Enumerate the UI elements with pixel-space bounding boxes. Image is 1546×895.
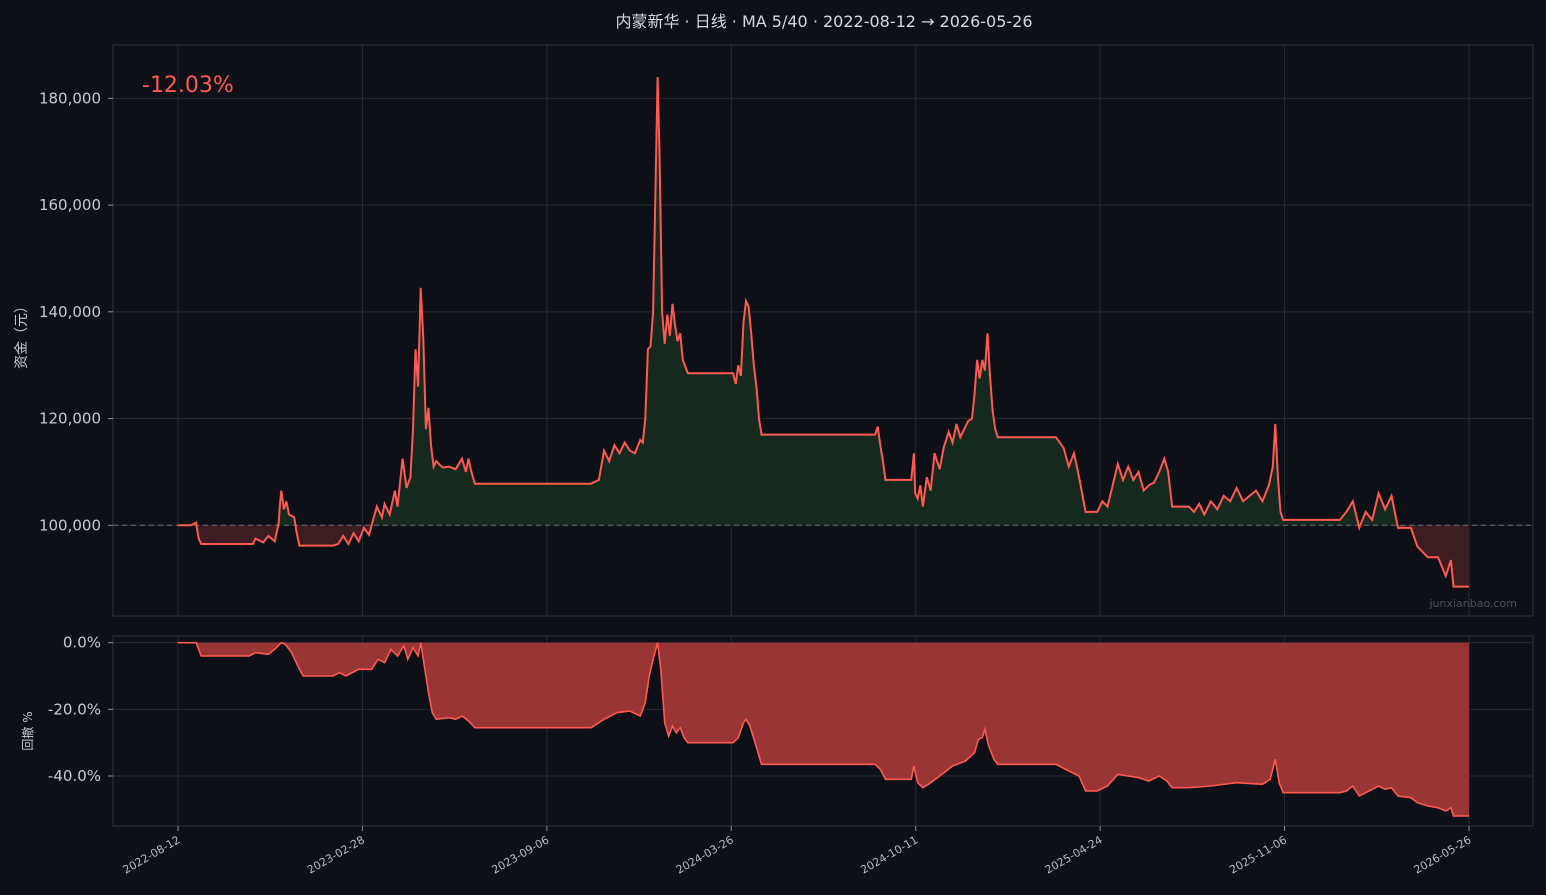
y-tick-label: 140,000 xyxy=(39,303,101,321)
gain-fill-area xyxy=(178,77,1469,526)
y-tick-label: 160,000 xyxy=(39,196,101,214)
loss-fill-area xyxy=(178,525,1469,587)
x-tick-label: 2025-11-06 xyxy=(1227,833,1289,876)
y-tick-label: -40.0% xyxy=(48,767,101,785)
x-tick-label: 2023-09-06 xyxy=(489,833,551,876)
x-tick-label: 2024-03-26 xyxy=(674,833,736,876)
y-tick-label: -20.0% xyxy=(48,700,101,718)
x-tick-label: 2022-08-12 xyxy=(121,833,183,876)
drawdown-panel: 0.0% -20.0% -40.0% 回撤 % xyxy=(20,634,1534,827)
y-tick-label: 100,000 xyxy=(39,516,101,534)
y-tick-label: 120,000 xyxy=(39,410,101,428)
x-tick-label: 2026-05-26 xyxy=(1412,833,1474,876)
return-label: -12.03% xyxy=(142,73,234,98)
chart-title: 内蒙新华 · 日线 · MA 5/40 · 2022-08-12 → 2026-… xyxy=(615,12,1032,31)
y-tick-label: 180,000 xyxy=(39,89,101,107)
x-tick-label: 2024-10-11 xyxy=(858,833,920,876)
drawdown-y-axis-label: 回撤 % xyxy=(20,711,35,750)
equity-fill-areas xyxy=(178,77,1469,587)
x-tick-label: 2025-04-24 xyxy=(1043,833,1105,876)
equity-drawdown-chart: 内蒙新华 · 日线 · MA 5/40 · 2022-08-12 → 2026-… xyxy=(14,12,1534,877)
drawdown-y-ticks: 0.0% -20.0% -40.0% xyxy=(48,634,113,785)
x-tick-label: 2023-02-28 xyxy=(305,833,367,876)
y-tick-label: 0.0% xyxy=(63,634,101,652)
equity-y-ticks: 100,000 120,000 140,000 160,000 180,000 xyxy=(39,89,113,534)
equity-y-axis-label: 资金（元） xyxy=(14,299,30,369)
equity-panel: 100,000 120,000 140,000 160,000 180,000 -12.… xyxy=(14,44,1534,617)
watermark: junxianbao.com xyxy=(1428,597,1517,610)
x-axis-ticks: 2022-08-12 2023-02-28 2023-09-06 2024-03-26… xyxy=(121,826,1474,877)
